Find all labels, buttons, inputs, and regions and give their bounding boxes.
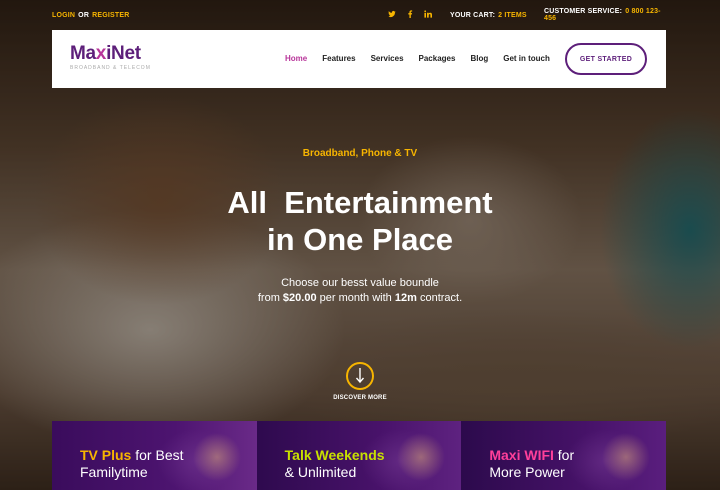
facebook-icon[interactable] bbox=[406, 10, 414, 20]
promo-card-title: Talk Weekends & Unlimited bbox=[285, 447, 385, 481]
hero-sub-mid: per month with bbox=[319, 292, 392, 304]
promo-card-talk-weekends[interactable]: Talk Weekends & Unlimited bbox=[256, 421, 462, 490]
hero-eyebrow: Broadband, Phone & TV bbox=[302, 148, 418, 159]
hero-headline: All Entertainment in One Place bbox=[0, 184, 720, 258]
top-bar: LOGIN OR REGISTER YOUR CART: 2 ITEMS CUSTOM… bbox=[52, 0, 668, 30]
promo-card-maxi-wifi[interactable]: Maxi WIFI for More Power bbox=[461, 421, 667, 490]
hero-sub-end: contract. bbox=[419, 292, 463, 304]
promo-card-title: TV Plus for Best Familytime bbox=[80, 447, 184, 481]
nav-item-services[interactable]: Services bbox=[371, 54, 404, 63]
nav-item-home[interactable]: Home bbox=[285, 54, 307, 63]
get-started-button[interactable]: GET STARTED bbox=[565, 43, 647, 75]
discover-more-button[interactable] bbox=[346, 362, 374, 390]
social-links bbox=[388, 10, 432, 20]
hero-subtext: Choose our besst value boundle from $20.… bbox=[0, 276, 720, 306]
promo-card-title: Maxi WIFI for More Power bbox=[489, 447, 574, 481]
brand-name-prefix: Ma bbox=[70, 43, 96, 64]
nav-item-packages[interactable]: Packages bbox=[419, 54, 456, 63]
hero-headline-line1: All Entertainment bbox=[227, 185, 493, 220]
login-or-text: OR bbox=[78, 11, 90, 19]
promo-rest: for bbox=[553, 447, 575, 463]
brand-logo[interactable]: MaxiNet BROADBAND & TELECOM bbox=[70, 44, 151, 72]
twitter-icon[interactable] bbox=[388, 10, 396, 20]
nav-item-get-in-touch[interactable]: Get in touch bbox=[503, 54, 550, 63]
customer-service: CUSTOMER SERVICE: 0 800 123-456 bbox=[544, 8, 668, 22]
login-link[interactable]: LOGIN bbox=[52, 12, 75, 19]
register-link[interactable]: REGISTER bbox=[92, 12, 129, 19]
promo-card-tv-plus[interactable]: TV Plus for Best Familytime bbox=[52, 421, 257, 490]
promo-highlight: Talk Weekends bbox=[284, 447, 385, 463]
hero-sub-line1: Choose our besst value boundle bbox=[281, 277, 439, 289]
hero-sub-line2: from $20.00 per month with 12m contract. bbox=[0, 291, 720, 306]
nav-item-blog[interactable]: Blog bbox=[470, 54, 488, 63]
cart-label: YOUR CART: bbox=[450, 11, 496, 19]
hero-sub-from: from bbox=[257, 292, 280, 304]
promo-highlight: Maxi WIFI bbox=[489, 447, 554, 463]
linkedin-icon[interactable] bbox=[424, 10, 432, 20]
nav-item-features[interactable]: Features bbox=[322, 54, 355, 63]
brand-tagline: BROADBAND & TELECOM bbox=[70, 65, 151, 71]
hero-price: $20.00 bbox=[282, 292, 317, 304]
promo-highlight: TV Plus bbox=[80, 447, 132, 463]
login-register: LOGIN OR REGISTER bbox=[52, 12, 129, 19]
nav-menu: Home Features Services Packages Blog Get… bbox=[285, 54, 550, 63]
promo-photo-boy bbox=[566, 421, 667, 490]
hero-term: 12m bbox=[394, 292, 417, 304]
promo-line2: More Power bbox=[489, 464, 565, 480]
promo-rest: for Best bbox=[131, 447, 184, 463]
discover-more-label[interactable]: DISCOVER MORE bbox=[0, 395, 720, 401]
main-navbar: MaxiNet BROADBAND & TELECOM Home Feature… bbox=[52, 30, 666, 88]
cart-count[interactable]: 2 ITEMS bbox=[498, 12, 527, 19]
brand-name-suffix: iNet bbox=[106, 43, 141, 64]
service-label: CUSTOMER SERVICE: bbox=[544, 8, 623, 15]
promo-line2: & Unlimited bbox=[284, 464, 357, 480]
cart-info[interactable]: YOUR CART: 2 ITEMS bbox=[450, 12, 527, 19]
brand-name: MaxiNet bbox=[70, 44, 151, 64]
promo-cards: TV Plus for Best Familytime Talk Weekend… bbox=[52, 421, 667, 490]
brand-name-x: x bbox=[95, 43, 107, 64]
promo-line2: Familytime bbox=[80, 464, 148, 480]
hero-headline-line2: in One Place bbox=[266, 222, 454, 257]
